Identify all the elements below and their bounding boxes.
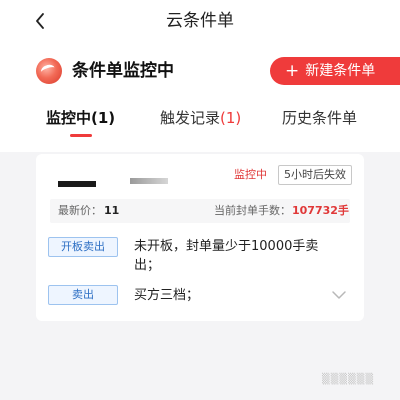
tab-monitoring[interactable]: 监控中(1)	[46, 106, 115, 130]
condition-order-card[interactable]: 监控中 5小时后失效 最新价： 11 当前封单手数： 107732手 开板卖出 …	[36, 154, 364, 321]
tab-monitoring-label: 监控中	[46, 109, 92, 127]
tab-history[interactable]: 历史条件单	[282, 106, 357, 130]
tab-trigger-records-count: (1)	[220, 109, 242, 127]
active-tab-indicator	[70, 134, 92, 137]
new-condition-order-button[interactable]: + 新建条件单	[270, 57, 400, 85]
condition-text-line: 未开板，封单量少于10000手卖	[134, 239, 319, 254]
chevron-left-icon	[36, 13, 44, 29]
sealed-volume-label: 当前封单手数：	[214, 204, 291, 217]
page-title: 云条件单	[166, 11, 234, 31]
section-title: 条件单监控中	[72, 61, 174, 81]
tab-trigger-records-label: 触发记录	[160, 109, 221, 127]
condition-text-line: 出；	[134, 258, 161, 273]
latest-price-label: 最新价：	[58, 204, 102, 217]
brand-logo-icon	[36, 58, 62, 84]
status-badge: 监控中	[234, 168, 267, 181]
watermark: ▒▒▒▒▒▒	[322, 374, 375, 385]
navigation-bar: 云条件单	[0, 0, 400, 42]
condition-text-sell: 买方三档；	[134, 286, 199, 305]
stock-name-redacted	[58, 181, 96, 187]
sealed-volume-value: 107732手	[292, 204, 349, 217]
condition-text-line: 买方三档；	[134, 288, 200, 303]
condition-tag-open-sell: 开板卖出	[48, 237, 118, 257]
latest-price-value: 11	[104, 204, 120, 217]
tab-monitoring-count: (1)	[91, 109, 116, 127]
plus-icon: +	[285, 61, 300, 81]
logo-swirl	[39, 63, 57, 77]
chevron-down-icon	[332, 291, 346, 299]
condition-tag-sell: 卖出	[48, 285, 118, 305]
condition-text-open-sell: 未开板，封单量少于10000手卖 出；	[134, 237, 318, 275]
tab-trigger-records[interactable]: 触发记录(1)	[160, 106, 241, 130]
expand-button[interactable]	[330, 287, 348, 301]
price-info-bar: 最新价： 11 当前封单手数： 107732手	[50, 199, 350, 223]
tab-history-label: 历史条件单	[282, 109, 358, 127]
back-button[interactable]	[30, 9, 50, 33]
stock-code-redacted	[130, 178, 168, 184]
expire-badge: 5小时后失效	[278, 165, 352, 185]
new-condition-order-label: 新建条件单	[305, 63, 376, 79]
